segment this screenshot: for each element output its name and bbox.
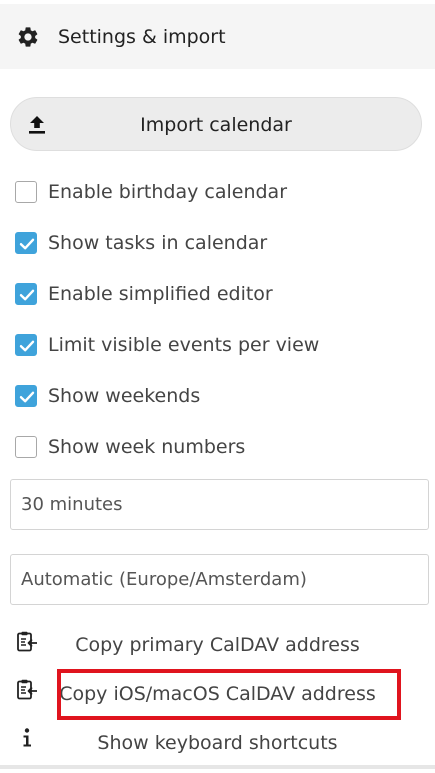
checkmark-icon bbox=[19, 391, 35, 403]
checkbox-checked[interactable] bbox=[15, 232, 37, 254]
option-show-weekends[interactable]: Show weekends bbox=[15, 383, 200, 409]
checkbox-unchecked[interactable] bbox=[15, 436, 37, 458]
import-calendar-label: Import calendar bbox=[140, 114, 292, 136]
checkmark-icon bbox=[19, 289, 35, 301]
bottom-divider bbox=[0, 765, 435, 769]
option-label: Limit visible events per view bbox=[48, 334, 320, 356]
gear-icon bbox=[18, 26, 38, 47]
timezone-value: Automatic (Europe/Amsterdam) bbox=[21, 569, 307, 590]
copy-primary-caldav-button[interactable]: Copy primary CalDAV address bbox=[0, 627, 435, 667]
checkbox-checked[interactable] bbox=[15, 385, 37, 407]
import-calendar-button[interactable]: Import calendar bbox=[10, 97, 422, 151]
option-enable-birthday-calendar[interactable]: Enable birthday calendar bbox=[15, 179, 287, 205]
option-limit-visible-events[interactable]: Limit visible events per view bbox=[15, 332, 319, 358]
time-slot-select[interactable]: 30 minutes bbox=[10, 479, 429, 530]
checkmark-icon bbox=[19, 238, 35, 250]
action-label: Copy primary CalDAV address bbox=[75, 634, 360, 656]
action-label: Show keyboard shortcuts bbox=[97, 732, 338, 754]
option-label: Show week numbers bbox=[48, 436, 246, 458]
checkbox-checked[interactable] bbox=[15, 283, 37, 305]
time-slot-value: 30 minutes bbox=[21, 494, 123, 515]
settings-header[interactable]: Settings & import bbox=[0, 4, 435, 69]
highlight-box bbox=[57, 669, 401, 720]
settings-title: Settings & import bbox=[58, 25, 226, 48]
option-label: Show weekends bbox=[48, 385, 201, 407]
option-show-tasks-in-calendar[interactable]: Show tasks in calendar bbox=[15, 230, 267, 256]
timezone-select[interactable]: Automatic (Europe/Amsterdam) bbox=[10, 554, 429, 605]
option-label: Enable birthday calendar bbox=[48, 181, 288, 203]
checkbox-unchecked[interactable] bbox=[15, 181, 37, 203]
option-enable-simplified-editor[interactable]: Enable simplified editor bbox=[15, 281, 273, 307]
option-label: Show tasks in calendar bbox=[48, 232, 268, 254]
option-show-week-numbers[interactable]: Show week numbers bbox=[15, 434, 245, 460]
option-label: Enable simplified editor bbox=[48, 283, 273, 305]
checkmark-icon bbox=[19, 340, 35, 352]
settings-panel: Settings & import Import calendar Enable… bbox=[0, 0, 435, 773]
checkbox-checked[interactable] bbox=[15, 334, 37, 356]
show-keyboard-shortcuts-button[interactable]: Show keyboard shortcuts bbox=[0, 724, 435, 764]
